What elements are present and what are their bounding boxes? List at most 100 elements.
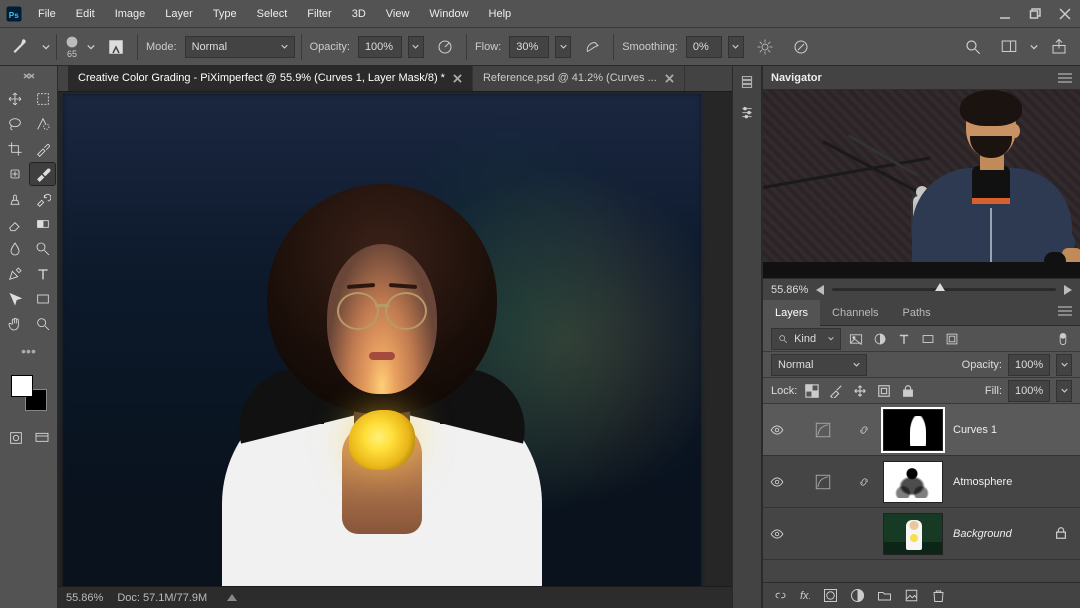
edit-toolbar-button[interactable]: •••	[21, 343, 36, 359]
delete-layer-icon[interactable]	[931, 588, 946, 603]
menu-filter[interactable]: Filter	[297, 0, 341, 28]
share-button[interactable]	[1044, 32, 1074, 62]
menu-view[interactable]: View	[376, 0, 420, 28]
document-tab-active[interactable]: Creative Color Grading - PiXimperfect @ …	[68, 66, 473, 91]
layer-name[interactable]: Background	[953, 528, 1012, 540]
navigator-preview[interactable]	[763, 90, 1080, 278]
zoom-tool[interactable]	[30, 313, 55, 335]
smoothing-dropdown[interactable]	[728, 36, 744, 58]
tab-layers[interactable]: Layers	[763, 300, 820, 326]
window-restore-button[interactable]	[1020, 0, 1050, 28]
menu-type[interactable]: Type	[203, 0, 247, 28]
layer-name[interactable]: Curves 1	[953, 424, 997, 436]
layer-fx-icon[interactable]: fx.	[800, 590, 811, 602]
workspace-switcher[interactable]	[994, 32, 1024, 62]
layer-row[interactable]: Curves 1	[763, 404, 1080, 456]
visibility-toggle[interactable]	[763, 423, 791, 437]
history-brush-tool[interactable]	[30, 188, 55, 210]
clone-stamp-tool[interactable]	[2, 188, 27, 210]
collapse-handle-icon[interactable]	[22, 72, 36, 80]
eraser-tool[interactable]	[2, 213, 27, 235]
layer-row[interactable]: Background	[763, 508, 1080, 560]
pressure-size-button[interactable]	[786, 32, 816, 62]
brush-settings-button[interactable]	[101, 32, 131, 62]
healing-brush-tool[interactable]	[2, 163, 27, 185]
zoom-slider[interactable]	[832, 288, 1056, 291]
filter-toggle-switch[interactable]	[1054, 330, 1072, 348]
history-panel-icon[interactable]	[739, 74, 755, 90]
eyedropper-tool[interactable]	[30, 138, 55, 160]
filter-kind-dropdown[interactable]: Kind	[771, 328, 841, 350]
menu-window[interactable]: Window	[419, 0, 478, 28]
airbrush-button[interactable]	[577, 32, 607, 62]
pen-tool[interactable]	[2, 263, 27, 285]
lock-position-icon[interactable]	[851, 382, 869, 400]
visibility-toggle[interactable]	[763, 475, 791, 489]
canvas-area[interactable]	[58, 92, 732, 586]
filter-smartobject-icon[interactable]	[943, 330, 961, 348]
zoom-out-icon[interactable]	[816, 285, 824, 295]
menu-select[interactable]: Select	[247, 0, 298, 28]
tab-paths[interactable]: Paths	[891, 300, 943, 326]
lock-pixels-icon[interactable]	[827, 382, 845, 400]
type-tool[interactable]	[30, 263, 55, 285]
quick-mask-button[interactable]	[6, 429, 26, 447]
close-icon[interactable]	[665, 74, 674, 83]
dodge-tool[interactable]	[30, 238, 55, 260]
layer-thumbnail[interactable]	[883, 513, 943, 555]
menu-edit[interactable]: Edit	[66, 0, 105, 28]
menu-image[interactable]: Image	[105, 0, 156, 28]
link-icon[interactable]	[855, 476, 873, 488]
search-button[interactable]	[958, 32, 988, 62]
new-group-icon[interactable]	[877, 588, 892, 603]
filter-pixel-icon[interactable]	[847, 330, 865, 348]
foreground-color[interactable]	[11, 375, 33, 397]
path-selection-tool[interactable]	[2, 288, 27, 310]
menu-help[interactable]: Help	[479, 0, 522, 28]
chevron-down-icon[interactable]	[42, 43, 50, 51]
panel-menu-icon[interactable]	[1058, 306, 1072, 316]
lock-artboard-icon[interactable]	[875, 382, 893, 400]
properties-panel-icon[interactable]	[739, 104, 755, 120]
chevron-down-icon[interactable]	[1030, 43, 1038, 51]
filter-shape-icon[interactable]	[919, 330, 937, 348]
tool-preset-picker[interactable]	[6, 32, 36, 62]
layer-fill-dropdown[interactable]	[1056, 380, 1072, 402]
flow-dropdown[interactable]	[555, 36, 571, 58]
tab-channels[interactable]: Channels	[820, 300, 890, 326]
window-close-button[interactable]	[1050, 0, 1080, 28]
layer-opacity-input[interactable]: 100%	[1008, 354, 1050, 376]
smoothing-options-button[interactable]	[750, 32, 780, 62]
filter-type-icon[interactable]	[895, 330, 913, 348]
blur-tool[interactable]	[2, 238, 27, 260]
flow-input[interactable]: 30%	[509, 36, 549, 58]
visibility-toggle[interactable]	[763, 527, 791, 541]
menu-file[interactable]: File	[28, 0, 66, 28]
panel-menu-icon[interactable]	[1058, 73, 1072, 83]
filter-adjustment-icon[interactable]	[871, 330, 889, 348]
layer-mask-thumbnail[interactable]	[883, 409, 943, 451]
menu-3d[interactable]: 3D	[342, 0, 376, 28]
screen-mode-button[interactable]	[32, 429, 52, 447]
status-flyout-icon[interactable]	[227, 594, 237, 601]
adjustment-icon[interactable]	[801, 421, 845, 439]
lock-icon[interactable]	[1054, 526, 1070, 542]
rectangle-tool[interactable]	[30, 288, 55, 310]
quick-selection-tool[interactable]	[30, 113, 55, 135]
blend-mode-dropdown[interactable]: Normal	[185, 36, 295, 58]
opacity-input[interactable]: 100%	[358, 36, 402, 58]
new-adjustment-icon[interactable]	[850, 588, 865, 603]
status-zoom[interactable]: 55.86%	[66, 592, 103, 604]
chevron-down-icon[interactable]	[87, 43, 95, 51]
opacity-dropdown[interactable]	[408, 36, 424, 58]
layer-opacity-dropdown[interactable]	[1056, 354, 1072, 376]
gradient-tool[interactable]	[30, 213, 55, 235]
layer-fill-input[interactable]: 100%	[1008, 380, 1050, 402]
hand-tool[interactable]	[2, 313, 27, 335]
smoothing-input[interactable]: 0%	[686, 36, 722, 58]
window-minimize-button[interactable]	[990, 0, 1020, 28]
zoom-in-icon[interactable]	[1064, 285, 1072, 295]
adjustment-icon[interactable]	[801, 473, 845, 491]
layer-row[interactable]: Atmosphere	[763, 456, 1080, 508]
crop-tool[interactable]	[2, 138, 27, 160]
